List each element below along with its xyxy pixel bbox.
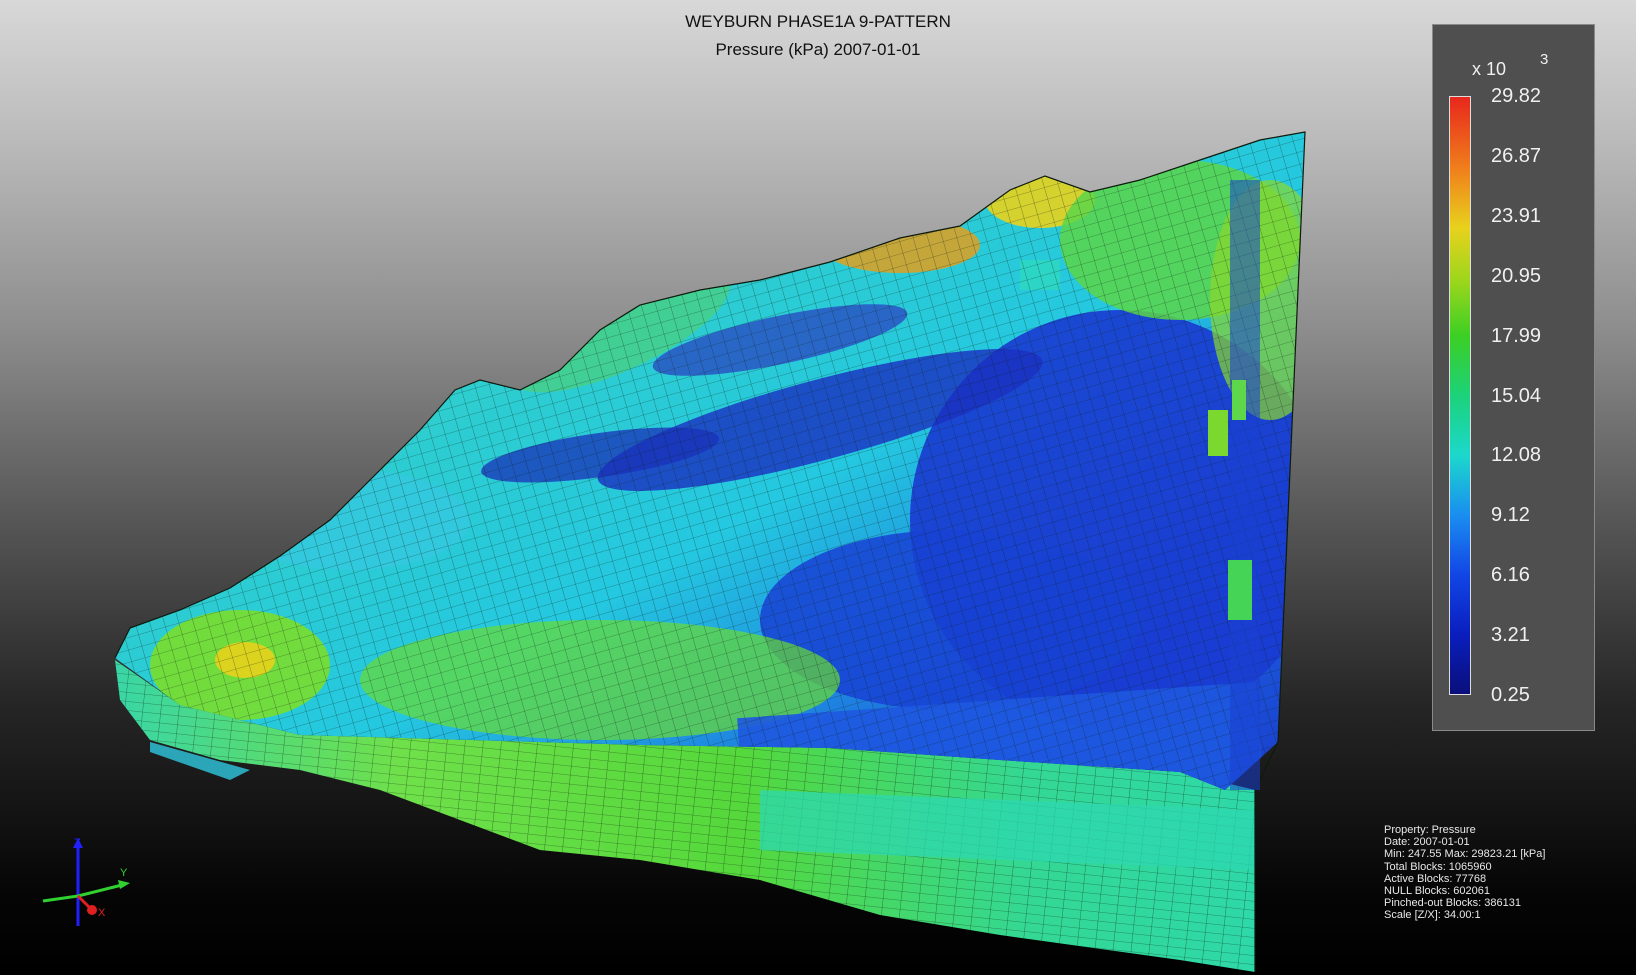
y-axis-arrow bbox=[118, 880, 130, 889]
x-axis-marker bbox=[87, 905, 97, 915]
info-property: Property: Pressure bbox=[1384, 824, 1476, 836]
x-axis-label: X bbox=[98, 907, 106, 919]
legend-tick-label: 6.16 bbox=[1491, 564, 1530, 587]
info-date: Date: 2007-01-01 bbox=[1384, 836, 1470, 849]
y-axis bbox=[77, 883, 123, 898]
legend-exponent: 3 bbox=[1540, 51, 1549, 68]
legend-tick-label: 12.08 bbox=[1491, 444, 1542, 467]
info-minmax: Min: 247.55 Max: 29823.21 [kPa] bbox=[1384, 848, 1546, 861]
color-scale-legend: x 10 3 29.82 26.87 23.91 20.95 17.99 15.04 12.… bbox=[1432, 24, 1595, 731]
legend-tick-label: 23.91 bbox=[1491, 204, 1542, 227]
info-null-blocks: NULL Blocks: 602061 bbox=[1384, 885, 1490, 898]
info-scale: Scale [Z/X]: 34.00:1 bbox=[1384, 909, 1481, 922]
z-axis-label: Z bbox=[74, 838, 81, 849]
info-active-blocks: Active Blocks: 77768 bbox=[1384, 872, 1487, 885]
legend-color-bar bbox=[1449, 96, 1471, 695]
legend-tick-label: 17.99 bbox=[1491, 324, 1542, 347]
legend-multiplier: x 10 bbox=[1472, 59, 1507, 79]
axis-triad: Z Y X bbox=[42, 838, 130, 926]
y-axis-tail bbox=[42, 894, 79, 903]
legend-tick-label: 15.04 bbox=[1491, 384, 1542, 407]
legend-tick-label: 3.21 bbox=[1491, 624, 1530, 647]
legend-tick-label: 20.95 bbox=[1491, 264, 1542, 287]
info-pinched-blocks: Pinched-out Blocks: 386131 bbox=[1384, 897, 1521, 910]
info-total-blocks: Total Blocks: 1065960 bbox=[1384, 860, 1492, 873]
y-axis-label: Y bbox=[120, 867, 128, 879]
legend-tick-label: 26.87 bbox=[1491, 144, 1542, 167]
legend-tick-label: 0.25 bbox=[1491, 684, 1530, 706]
model-info-panel: Property: Pressure Date: 2007-01-01 Min:… bbox=[1384, 824, 1545, 922]
legend-tick-label: 29.82 bbox=[1491, 85, 1542, 107]
legend-tick-label: 9.12 bbox=[1491, 504, 1530, 527]
